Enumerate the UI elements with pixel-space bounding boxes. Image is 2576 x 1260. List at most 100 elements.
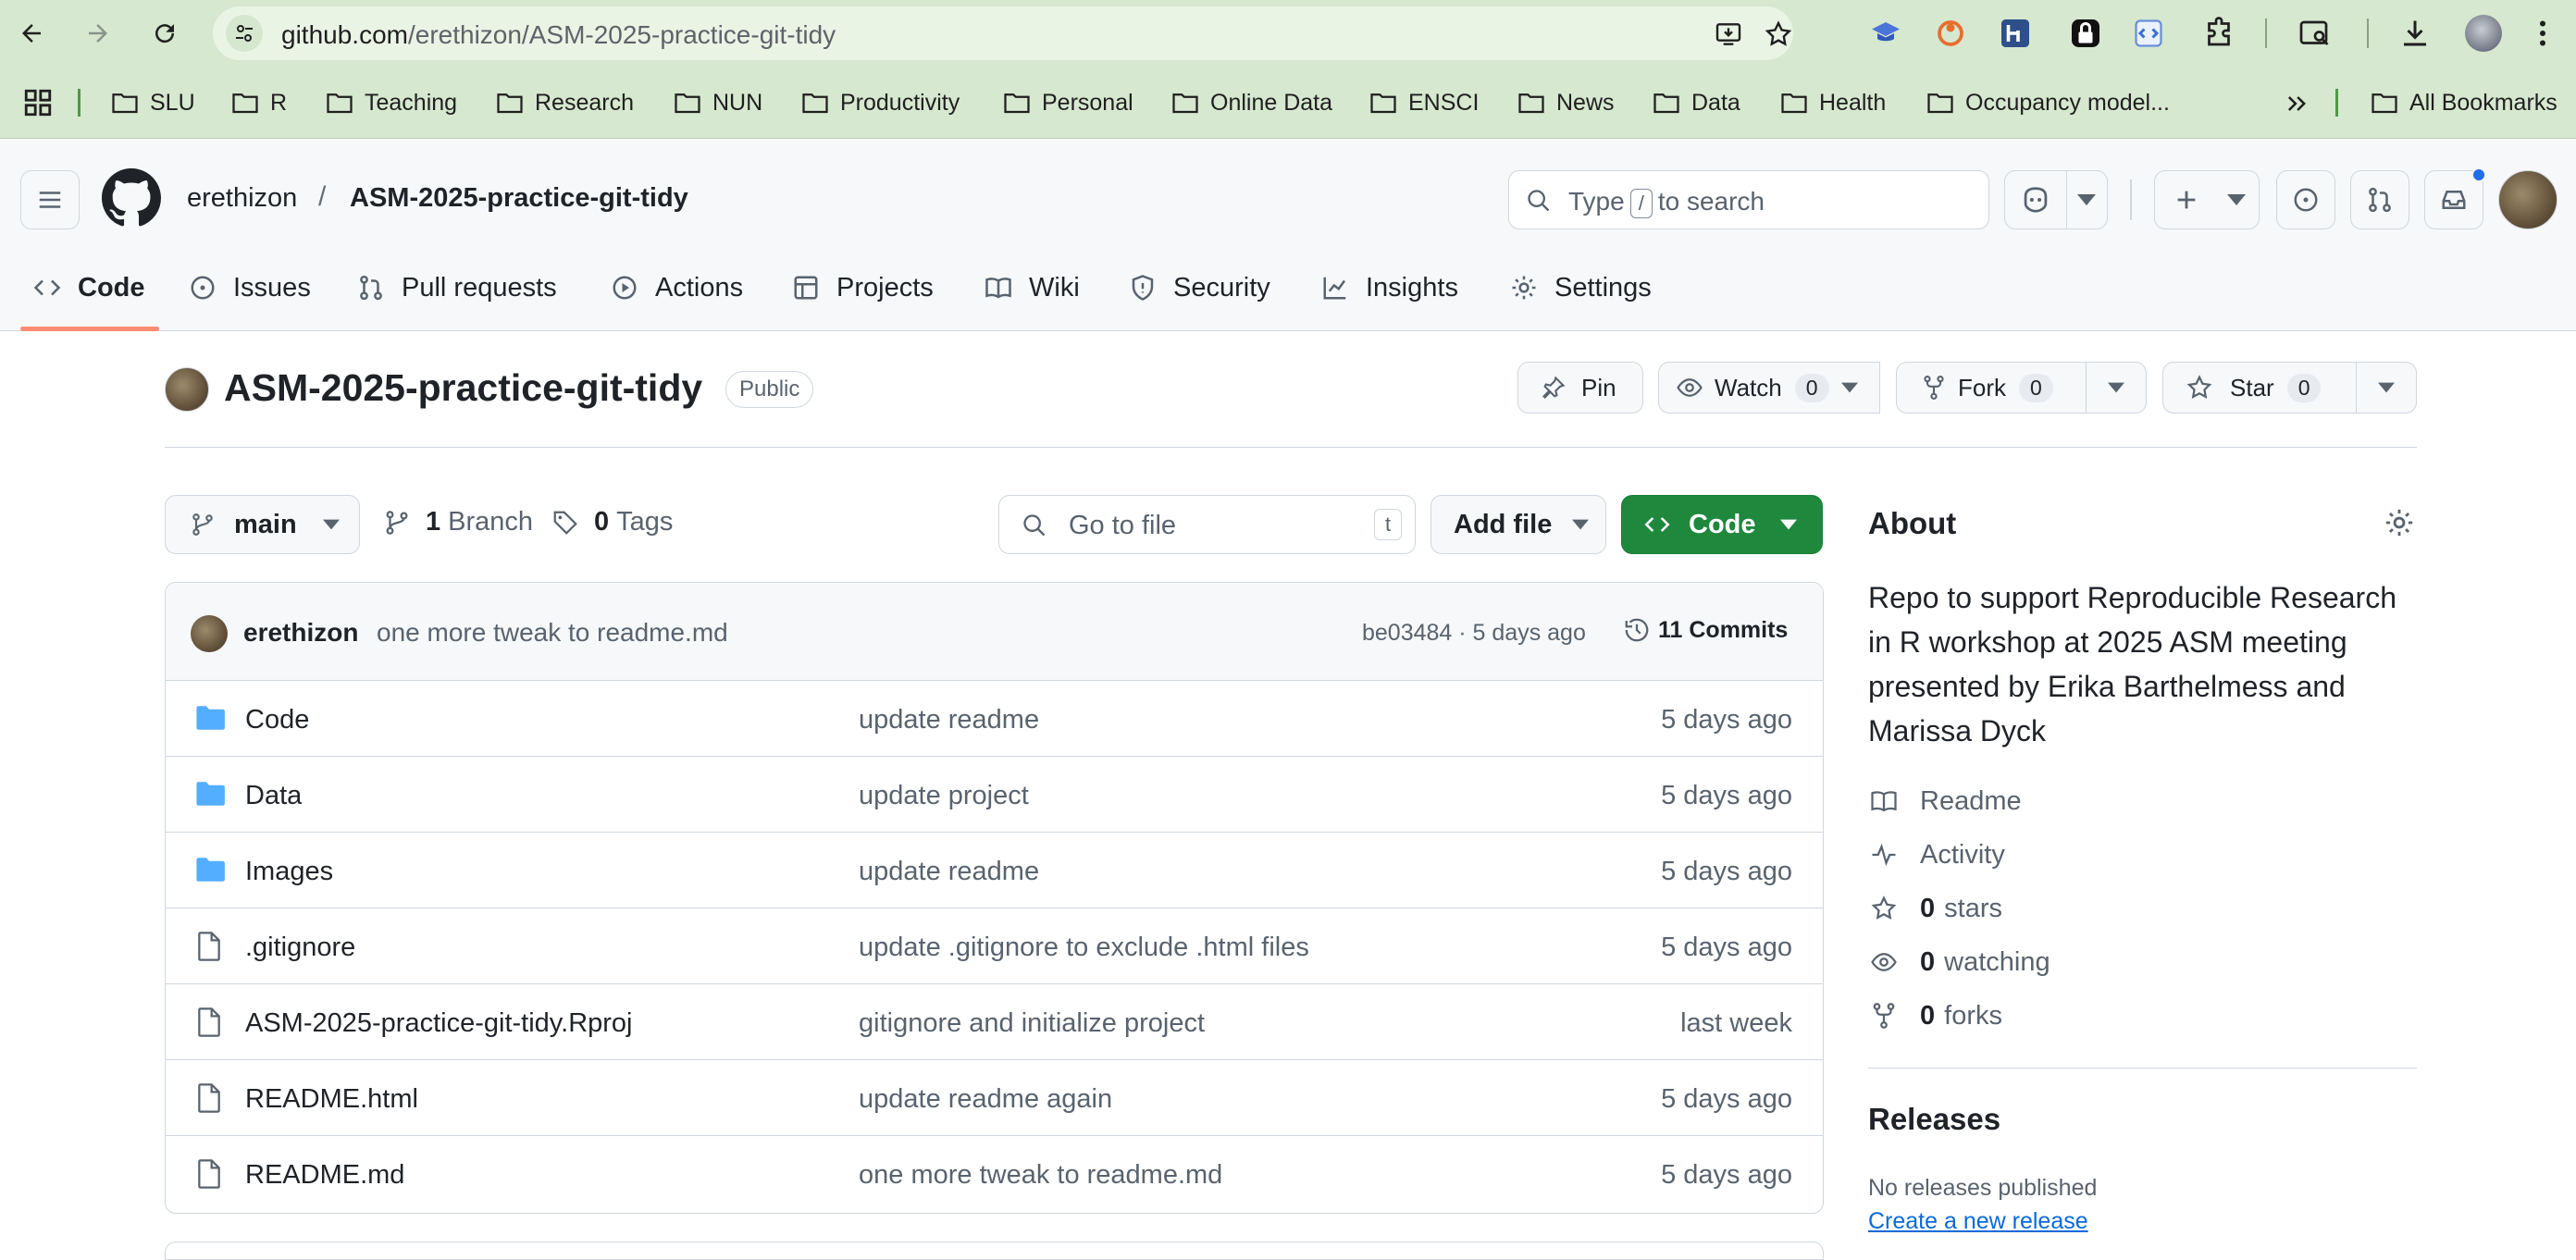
- copilot-button[interactable]: [2004, 170, 2108, 229]
- branches-link[interactable]: 1 Branch: [383, 507, 533, 537]
- file-commit-message[interactable]: gitignore and initialize project: [859, 1008, 1205, 1039]
- file-name[interactable]: README.html: [245, 1084, 418, 1115]
- bookmark-folder[interactable]: NUN: [674, 87, 762, 118]
- tab-pull-requests[interactable]: Pull requests: [357, 265, 557, 311]
- add-file-button[interactable]: Add file: [1430, 495, 1606, 554]
- fork-button[interactable]: Fork 0: [1896, 362, 2087, 414]
- stars-link[interactable]: 0 stars: [1868, 890, 2002, 927]
- bookmark-folder[interactable]: ENSCI: [1369, 87, 1479, 118]
- extension-graduation-icon[interactable]: [1869, 17, 1902, 50]
- go-to-file-input[interactable]: Go to file t: [998, 495, 1416, 554]
- bookmark-folder[interactable]: News: [1517, 87, 1615, 118]
- file-name[interactable]: ASM-2025-practice-git-tidy.Rproj: [245, 1008, 633, 1039]
- file-name[interactable]: Code: [245, 705, 309, 735]
- all-bookmarks-button[interactable]: All Bookmarks: [2371, 87, 2557, 118]
- extension-lock-icon[interactable]: [2069, 17, 2102, 50]
- file-commit-message[interactable]: update .gitignore to exclude .html files: [859, 933, 1309, 963]
- address-bar[interactable]: github.com/erethizon/ASM-2025-practice-g…: [213, 6, 1793, 60]
- file-commit-message[interactable]: update readme: [859, 857, 1039, 887]
- fork-dropdown[interactable]: [2086, 362, 2147, 414]
- tab-issues[interactable]: Issues: [189, 265, 311, 311]
- bookmark-folder[interactable]: Personal: [1003, 87, 1133, 118]
- star-button[interactable]: Star 0: [2162, 362, 2359, 414]
- extension-hypothesis-icon[interactable]: [1999, 17, 2032, 50]
- file-row[interactable]: Code update readme 5 days ago: [166, 681, 1823, 757]
- commits-link[interactable]: 11 Commits: [1623, 616, 1788, 644]
- gear-icon[interactable]: [2384, 507, 2415, 538]
- tab-search-icon[interactable]: [2298, 17, 2332, 50]
- bookmark-folder[interactable]: Productivity: [801, 87, 960, 118]
- create-release-link[interactable]: Create a new release: [1868, 1208, 2088, 1235]
- file-commit-message[interactable]: update project: [859, 781, 1029, 811]
- file-row[interactable]: README.md one more tweak to readme.md 5 da…: [166, 1136, 1823, 1212]
- pull-requests-button[interactable]: [2350, 170, 2409, 229]
- commit-author[interactable]: erethizon: [243, 618, 358, 648]
- commit-hash-and-date[interactable]: be03484 · 5 days ago: [1362, 620, 1586, 647]
- tab-security[interactable]: Security: [1129, 265, 1270, 311]
- branch-selector[interactable]: main: [165, 495, 360, 554]
- repo-title[interactable]: ASM-2025-practice-git-tidy: [224, 366, 702, 410]
- activity-link[interactable]: Activity: [1868, 836, 2005, 873]
- extension-translate-icon[interactable]: [2132, 17, 2165, 50]
- file-row[interactable]: Data update project 5 days ago: [166, 757, 1823, 833]
- file-commit-message[interactable]: update readme again: [859, 1084, 1112, 1115]
- bookmark-folder[interactable]: Occupancy model...: [1926, 87, 2170, 118]
- owner-link[interactable]: erethizon: [187, 183, 297, 214]
- reload-button[interactable]: [146, 15, 183, 52]
- bookmark-folder[interactable]: Research: [496, 87, 634, 118]
- bookmark-folder[interactable]: Data: [1653, 87, 1740, 118]
- create-new-button[interactable]: [2154, 170, 2260, 229]
- code-button[interactable]: Code: [1621, 495, 1823, 554]
- commit-message[interactable]: one more tweak to readme.md: [377, 618, 728, 648]
- file-row[interactable]: Images update readme 5 days ago: [166, 833, 1823, 908]
- inbox-button[interactable]: [2424, 167, 2486, 229]
- tab-projects[interactable]: Projects: [792, 265, 934, 311]
- profile-avatar[interactable]: [2465, 15, 2502, 52]
- file-row[interactable]: .gitignore update .gitignore to exclude .…: [166, 908, 1823, 984]
- apps-grid-icon[interactable]: [22, 87, 54, 118]
- bookmark-folder[interactable]: Health: [1780, 87, 1886, 118]
- bookmark-folder[interactable]: R: [231, 87, 287, 118]
- extension-zotero-icon[interactable]: [1934, 17, 1967, 50]
- bookmark-folder[interactable]: SLU: [111, 87, 195, 118]
- more-vertical-icon[interactable]: [2526, 17, 2559, 50]
- bookmark-folder[interactable]: Teaching: [326, 87, 457, 118]
- back-button[interactable]: [13, 15, 50, 52]
- forward-button[interactable]: [80, 15, 117, 52]
- file-name[interactable]: README.md: [245, 1160, 404, 1191]
- file-row[interactable]: README.html update readme again 5 days ago: [166, 1060, 1823, 1136]
- forks-link[interactable]: 0 forks: [1868, 997, 2002, 1034]
- site-info-button[interactable]: [226, 15, 263, 52]
- issues-button[interactable]: [2276, 170, 2335, 229]
- file-commit-message[interactable]: update readme: [859, 705, 1039, 735]
- bookmark-star-icon[interactable]: [1764, 19, 1793, 49]
- repo-link[interactable]: ASM-2025-practice-git-tidy: [350, 183, 688, 214]
- user-avatar[interactable]: [2498, 170, 2557, 229]
- tab-actions[interactable]: Actions: [611, 265, 743, 311]
- github-logo-icon[interactable]: [102, 168, 161, 228]
- watch-dropdown[interactable]: [1819, 362, 1880, 414]
- extensions-puzzle-icon[interactable]: [2202, 17, 2235, 50]
- download-icon[interactable]: [2398, 17, 2432, 50]
- chevron-double-right-icon[interactable]: [2284, 91, 2310, 117]
- install-app-icon[interactable]: [1714, 19, 1743, 49]
- tab-wiki[interactable]: Wiki: [985, 265, 1080, 311]
- tab-settings[interactable]: Settings: [1510, 265, 1652, 311]
- file-name[interactable]: .gitignore: [245, 933, 355, 963]
- pin-button[interactable]: Pin: [1517, 362, 1643, 414]
- bookmark-folder[interactable]: Online Data: [1171, 87, 1332, 118]
- repo-owner-avatar[interactable]: [165, 367, 209, 412]
- releases-heading[interactable]: Releases: [1868, 1102, 2000, 1137]
- star-dropdown[interactable]: [2356, 362, 2417, 414]
- tab-code[interactable]: Code: [33, 265, 145, 311]
- menu-button[interactable]: [20, 170, 80, 229]
- watching-link[interactable]: 0 watching: [1868, 944, 2050, 981]
- file-commit-message[interactable]: one more tweak to readme.md: [859, 1160, 1222, 1191]
- search-input[interactable]: Type / to search: [1508, 170, 1989, 229]
- readme-link[interactable]: Readme: [1868, 783, 2022, 820]
- file-name[interactable]: Images: [245, 857, 333, 887]
- tags-link[interactable]: 0 Tags: [551, 507, 673, 537]
- commit-author-avatar[interactable]: [191, 615, 228, 652]
- tab-insights[interactable]: Insights: [1321, 265, 1458, 311]
- file-name[interactable]: Data: [245, 781, 302, 811]
